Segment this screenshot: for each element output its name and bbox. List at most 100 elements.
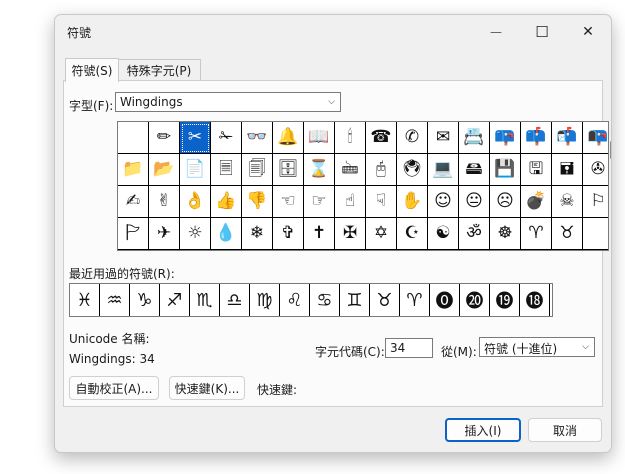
symbol-cell[interactable]: 🔔 bbox=[273, 122, 304, 154]
symbol-cell[interactable]: ☹ bbox=[490, 186, 521, 218]
symbol-cell[interactable]: 🖮 bbox=[335, 154, 366, 186]
symbol-cell[interactable]: ✞ bbox=[273, 218, 304, 250]
recent-symbol-cell[interactable]: ⓳ bbox=[490, 284, 520, 316]
symbol-cell[interactable]: 👎 bbox=[242, 186, 273, 218]
symbol-grid-scrollbar[interactable] bbox=[609, 121, 611, 249]
symbol-cell[interactable]: ☸ bbox=[490, 218, 521, 250]
symbol-cell[interactable]: ॐ bbox=[459, 218, 490, 250]
symbol-cell[interactable]: 🖬 bbox=[552, 154, 583, 186]
symbol-cell[interactable]: ☞ bbox=[304, 186, 335, 218]
symbol-cell[interactable]: ♉ bbox=[552, 218, 583, 250]
tab-symbols[interactable]: 符號(S) bbox=[65, 58, 119, 82]
symbol-cell[interactable]: 🖴 bbox=[459, 154, 490, 186]
symbol-cell[interactable]: ✆ bbox=[397, 122, 428, 154]
symbol-cell[interactable]: 🖫 bbox=[521, 154, 552, 186]
symbol-cell[interactable]: ✉ bbox=[428, 122, 459, 154]
recent-symbol-cell[interactable]: ⓴ bbox=[460, 284, 490, 316]
symbol-cell[interactable]: 🗄 bbox=[273, 154, 304, 186]
symbol-cell[interactable]: ☼ bbox=[180, 218, 211, 250]
symbol-cell[interactable]: 👌 bbox=[180, 186, 211, 218]
symbol-cell[interactable] bbox=[118, 122, 149, 154]
symbol-cell[interactable]: ✏ bbox=[149, 122, 180, 154]
symbol-cell[interactable]: 😐 bbox=[459, 186, 490, 218]
shortcut-key-button[interactable]: 快速鍵(K)... bbox=[169, 376, 245, 400]
recent-symbol-cell[interactable]: ♑ bbox=[130, 284, 160, 316]
symbol-cell[interactable]: 📭 bbox=[583, 122, 608, 154]
symbol-cell[interactable]: ⚐ bbox=[583, 186, 608, 218]
symbol-cell[interactable]: ✡ bbox=[366, 218, 397, 250]
recent-symbol-cell[interactable]: ♋ bbox=[310, 284, 340, 316]
symbol-cell[interactable]: ✍ bbox=[118, 186, 149, 218]
insert-button[interactable]: 插入(I) bbox=[445, 418, 521, 442]
symbol-cell[interactable]: ✇ bbox=[583, 154, 608, 186]
font-select[interactable]: Wingdings ⌵ bbox=[115, 92, 341, 112]
symbol-cell[interactable]: 📖 bbox=[304, 122, 335, 154]
symbol-cell[interactable]: 🗏 bbox=[211, 154, 242, 186]
symbol-cell[interactable]: ✋ bbox=[397, 186, 428, 218]
recent-symbols: ♓ ♒ ♑ ♐ ♏ ♎ ♍ ♌ ♋ ♊ ♉ ♈ ⓿ ⓴ ⓳ ⓲ bbox=[69, 283, 553, 317]
symbol-cell[interactable]: ✝ bbox=[304, 218, 335, 250]
insert-button-label: 插入(I) bbox=[464, 423, 502, 438]
symbol-cell[interactable]: ✂ bbox=[180, 122, 211, 154]
maximize-button[interactable]: ☐ bbox=[519, 15, 565, 49]
recent-symbol-cell[interactable]: ⓿ bbox=[430, 284, 460, 316]
symbol-cell[interactable]: 📄 bbox=[180, 154, 211, 186]
symbol-cell[interactable]: ☯ bbox=[428, 218, 459, 250]
recent-symbol-cell[interactable]: ♊ bbox=[340, 284, 370, 316]
symbol-cell[interactable]: 💧 bbox=[211, 218, 242, 250]
symbol-cell[interactable]: ☟ bbox=[366, 186, 397, 218]
symbol-cell[interactable]: 👍 bbox=[211, 186, 242, 218]
symbol-cell[interactable]: ♈ bbox=[521, 218, 552, 250]
symbol-cell[interactable]: ✠ bbox=[335, 218, 366, 250]
symbol-cell[interactable]: ☝ bbox=[335, 186, 366, 218]
close-button[interactable]: ✕ bbox=[565, 15, 611, 49]
symbol-cell[interactable]: 📂 bbox=[149, 154, 180, 186]
close-icon: ✕ bbox=[582, 24, 594, 40]
recent-symbol-cell[interactable]: ♏ bbox=[190, 284, 220, 316]
symbol-cell[interactable]: 🕯 bbox=[335, 122, 366, 154]
symbol-cell[interactable]: 📫 bbox=[521, 122, 552, 154]
symbol-cell[interactable]: ☜ bbox=[273, 186, 304, 218]
symbol-cell[interactable]: 📬 bbox=[552, 122, 583, 154]
recent-symbol-cell[interactable]: ♒ bbox=[100, 284, 130, 316]
tab-special-characters-label: 特殊字元(P) bbox=[126, 64, 192, 78]
tab-special-characters[interactable]: 特殊字元(P) bbox=[117, 59, 201, 81]
from-select[interactable]: 符號 (十進位) ⌵ bbox=[479, 337, 595, 357]
symbol-cell[interactable]: ✌ bbox=[149, 186, 180, 218]
symbol-cell[interactable]: 📪 bbox=[490, 122, 521, 154]
symbol-cell[interactable]: ☺ bbox=[428, 186, 459, 218]
symbol-cell[interactable] bbox=[583, 218, 608, 250]
symbol-cell[interactable]: ✈ bbox=[149, 218, 180, 250]
symbol-cell[interactable]: ⌛ bbox=[304, 154, 335, 186]
symbol-cell[interactable]: 🗐 bbox=[242, 154, 273, 186]
symbol-cell[interactable]: 💾 bbox=[490, 154, 521, 186]
symbol-grid: ✏ ✂ ✁ 👓 🔔 📖 🕯 ☎ ✆ ✉ 📇 📪 📫 📬 📭 📁 📂 📄 🗏 🗐 🗄 ⌛ 🖮 🖰 🖲 💻 🖴 💾 🖫 🖬 ✇ ✍ ✌ 👌 👍 👎 ☜ ☞ ☝ ☟… bbox=[117, 121, 609, 251]
recent-symbol-cell[interactable]: ♎ bbox=[220, 284, 250, 316]
char-code-input[interactable]: 34 bbox=[385, 338, 433, 358]
recent-symbol-cell[interactable]: ♉ bbox=[370, 284, 400, 316]
symbol-cell[interactable]: 💣 bbox=[521, 186, 552, 218]
recent-symbol-cell[interactable]: ♈ bbox=[400, 284, 430, 316]
recent-symbol-cell[interactable]: ♓ bbox=[70, 284, 100, 316]
recent-symbol-cell[interactable]: ⓲ bbox=[520, 284, 550, 316]
recent-symbol-cell[interactable]: ♍ bbox=[250, 284, 280, 316]
symbol-cell[interactable]: 🖲 bbox=[397, 154, 428, 186]
from-label: 從(M): bbox=[441, 345, 477, 359]
autocorrect-button[interactable]: 自動校正(A)... bbox=[69, 376, 159, 400]
symbol-cell[interactable]: 📁 bbox=[118, 154, 149, 186]
minimize-button[interactable]: — bbox=[473, 15, 519, 49]
symbol-cell[interactable]: 💻 bbox=[428, 154, 459, 186]
symbol-cell[interactable]: 🏱 bbox=[118, 218, 149, 250]
symbol-cell[interactable]: 👓 bbox=[242, 122, 273, 154]
cancel-button[interactable]: 取消 bbox=[528, 418, 602, 442]
recent-symbol-cell[interactable]: ♌ bbox=[280, 284, 310, 316]
symbol-cell[interactable]: ☠ bbox=[552, 186, 583, 218]
scrollbar-thumb[interactable] bbox=[610, 141, 611, 159]
recent-symbol-cell[interactable]: ♐ bbox=[160, 284, 190, 316]
symbol-cell[interactable]: ☎ bbox=[366, 122, 397, 154]
symbol-cell[interactable]: ❄ bbox=[242, 218, 273, 250]
symbol-cell[interactable]: 🖰 bbox=[366, 154, 397, 186]
symbol-cell[interactable]: ✁ bbox=[211, 122, 242, 154]
symbol-cell[interactable]: 📇 bbox=[459, 122, 490, 154]
symbol-cell[interactable]: ☪ bbox=[397, 218, 428, 250]
